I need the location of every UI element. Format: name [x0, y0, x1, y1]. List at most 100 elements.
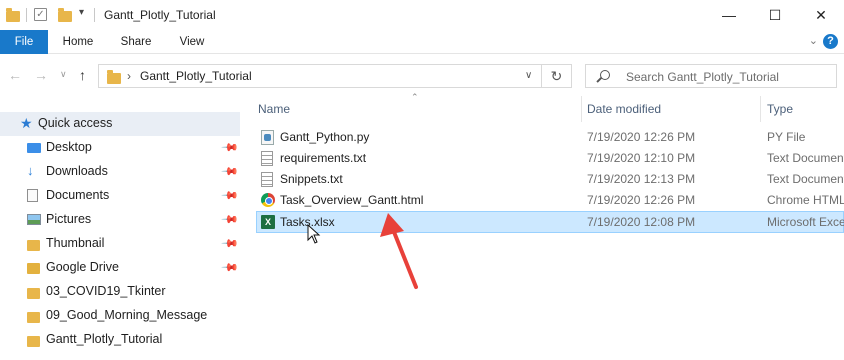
- column-divider[interactable]: [581, 96, 582, 122]
- pin-icon: 📌: [220, 186, 239, 205]
- column-divider[interactable]: [760, 96, 761, 122]
- chrome-html-icon: [261, 193, 275, 207]
- file-name: requirements.txt: [280, 151, 367, 165]
- address-bar[interactable]: › Gantt_Plotly_Tutorial ∨: [98, 64, 542, 88]
- forward-arrow-icon[interactable]: →: [34, 67, 48, 83]
- pin-icon: 📌: [220, 258, 239, 277]
- sidebar-item-google-drive[interactable]: Google Drive 📌: [0, 256, 240, 280]
- sidebar-item-pictures[interactable]: Pictures 📌: [0, 208, 240, 232]
- column-name[interactable]: Name: [258, 102, 290, 116]
- file-date: 7/19/2020 12:08 PM: [587, 215, 696, 229]
- file-date: 7/19/2020 12:26 PM: [587, 130, 696, 144]
- sidebar-item-09-good-morning-message[interactable]: 09_Good_Morning_Message: [0, 304, 240, 328]
- search-icon: [600, 70, 610, 80]
- column-date-modified[interactable]: Date modified: [587, 102, 661, 116]
- window-title: Gantt_Plotly_Tutorial: [104, 8, 216, 22]
- divider: [26, 8, 27, 22]
- recent-locations-chevron-icon[interactable]: ∨: [60, 69, 67, 80]
- file-row[interactable]: Snippets.txt 7/19/2020 12:13 PM Text Doc…: [256, 169, 844, 190]
- file-name: Gantt_Python.py: [280, 130, 370, 144]
- sidebar-item-thumbnail[interactable]: Thumbnail 📌: [0, 232, 240, 256]
- tab-home[interactable]: Home: [54, 30, 102, 54]
- divider: [94, 8, 95, 22]
- excel-file-icon: X: [261, 215, 275, 229]
- file-name: Snippets.txt: [280, 172, 343, 186]
- file-type: Text Document: [767, 172, 844, 186]
- sidebar-item-label: Downloads: [46, 164, 108, 178]
- star-icon: ★: [20, 115, 33, 131]
- properties-icon[interactable]: ✓: [34, 8, 47, 21]
- sidebar-item-label: Thumbnail: [46, 236, 105, 250]
- text-file-icon: [261, 151, 273, 166]
- sidebar-item-documents[interactable]: Documents 📌: [0, 184, 240, 208]
- folder-icon: [27, 336, 40, 347]
- sidebar-item-label: Gantt_Plotly_Tutorial: [46, 332, 163, 346]
- pin-icon: 📌: [220, 234, 239, 253]
- sidebar-item-03-covid19-tkinter[interactable]: 03_COVID19_Tkinter: [0, 280, 240, 304]
- desktop-icon: [27, 143, 41, 153]
- file-type: PY File: [767, 130, 806, 144]
- download-icon: ↓: [27, 163, 34, 178]
- sidebar-item-label: 09_Good_Morning_Message: [46, 308, 208, 322]
- search-placeholder: Search Gantt_Plotly_Tutorial: [626, 70, 779, 84]
- breadcrumb-separator-icon[interactable]: ›: [127, 69, 131, 83]
- file-type: Text Document: [767, 151, 844, 165]
- annotation-arrow-icon: [380, 213, 418, 289]
- sidebar-item-quick-access[interactable]: ★ Quick access: [0, 112, 240, 136]
- file-row-selected[interactable]: X Tasks.xlsx 7/19/2020 12:08 PM Microsof…: [256, 211, 844, 233]
- folder-icon: [107, 70, 121, 84]
- file-row[interactable]: requirements.txt 7/19/2020 12:10 PM Text…: [256, 148, 844, 169]
- folder-icon: [27, 312, 40, 323]
- address-history-chevron-icon[interactable]: ∨: [525, 70, 532, 81]
- pin-icon: 📌: [220, 138, 239, 157]
- address-row: ← → ∨ ↑ › Gantt_Plotly_Tutorial ∨ ↻ Sear…: [0, 56, 844, 94]
- sidebar-item-gantt-plotly-tutorial[interactable]: Gantt_Plotly_Tutorial: [0, 328, 240, 352]
- file-date: 7/19/2020 12:10 PM: [587, 151, 696, 165]
- tab-share[interactable]: Share: [112, 30, 160, 54]
- sidebar-item-desktop[interactable]: Desktop 📌: [0, 136, 240, 160]
- new-folder-icon[interactable]: [58, 8, 72, 22]
- breadcrumb-current-folder[interactable]: Gantt_Plotly_Tutorial: [140, 69, 252, 83]
- ribbon-tabs: File Home Share View ⌄ ?: [0, 30, 844, 54]
- pin-icon: 📌: [220, 162, 239, 181]
- title-bar: ✓ ▾ Gantt_Plotly_Tutorial — ☐ ✕: [0, 0, 844, 30]
- pictures-icon: [27, 214, 41, 225]
- google-drive-icon: [27, 263, 40, 274]
- pin-icon: 📌: [220, 210, 239, 229]
- sidebar-item-label: Google Drive: [46, 260, 119, 274]
- close-button[interactable]: ✕: [798, 0, 844, 30]
- column-header: Name Date modified Type: [256, 96, 844, 122]
- file-date: 7/19/2020 12:13 PM: [587, 172, 696, 186]
- file-type: Microsoft Excel: [767, 215, 844, 229]
- file-date: 7/19/2020 12:26 PM: [587, 193, 696, 207]
- search-input[interactable]: Search Gantt_Plotly_Tutorial: [585, 64, 837, 88]
- navigation-pane: ★ Quick access Desktop 📌 ↓ Downloads 📌 D…: [0, 96, 240, 360]
- file-row[interactable]: Task_Overview_Gantt.html 7/19/2020 12:26…: [256, 190, 844, 211]
- minimize-button[interactable]: —: [706, 0, 752, 30]
- refresh-button[interactable]: ↻: [542, 64, 572, 88]
- folder-icon: [6, 8, 20, 22]
- column-type[interactable]: Type: [767, 102, 793, 116]
- back-arrow-icon[interactable]: ←: [8, 67, 22, 83]
- mouse-cursor-icon: [307, 224, 321, 244]
- text-file-icon: [261, 172, 273, 187]
- expand-ribbon-icon[interactable]: ⌄: [809, 34, 818, 47]
- documents-icon: [27, 189, 38, 202]
- customize-quick-access-icon[interactable]: ▾: [79, 7, 84, 18]
- sidebar-item-downloads[interactable]: ↓ Downloads 📌: [0, 160, 240, 184]
- sidebar-item-label: Documents: [46, 188, 110, 202]
- file-row[interactable]: Gantt_Python.py 7/19/2020 12:26 PM PY Fi…: [256, 127, 844, 148]
- sidebar-item-label: Quick access: [38, 116, 113, 130]
- tab-view[interactable]: View: [168, 30, 216, 54]
- sidebar-item-label: Desktop: [46, 140, 92, 154]
- file-type: Chrome HTML: [767, 193, 844, 207]
- sidebar-item-label: 03_COVID19_Tkinter: [46, 284, 166, 298]
- folder-icon: [27, 240, 40, 251]
- help-button[interactable]: ?: [823, 34, 838, 49]
- sidebar-item-label: Pictures: [46, 212, 92, 226]
- tab-file[interactable]: File: [0, 30, 48, 54]
- maximize-button[interactable]: ☐: [752, 0, 798, 30]
- python-file-icon: [261, 130, 274, 145]
- folder-icon: [27, 288, 40, 299]
- up-arrow-icon[interactable]: ↑: [79, 67, 86, 83]
